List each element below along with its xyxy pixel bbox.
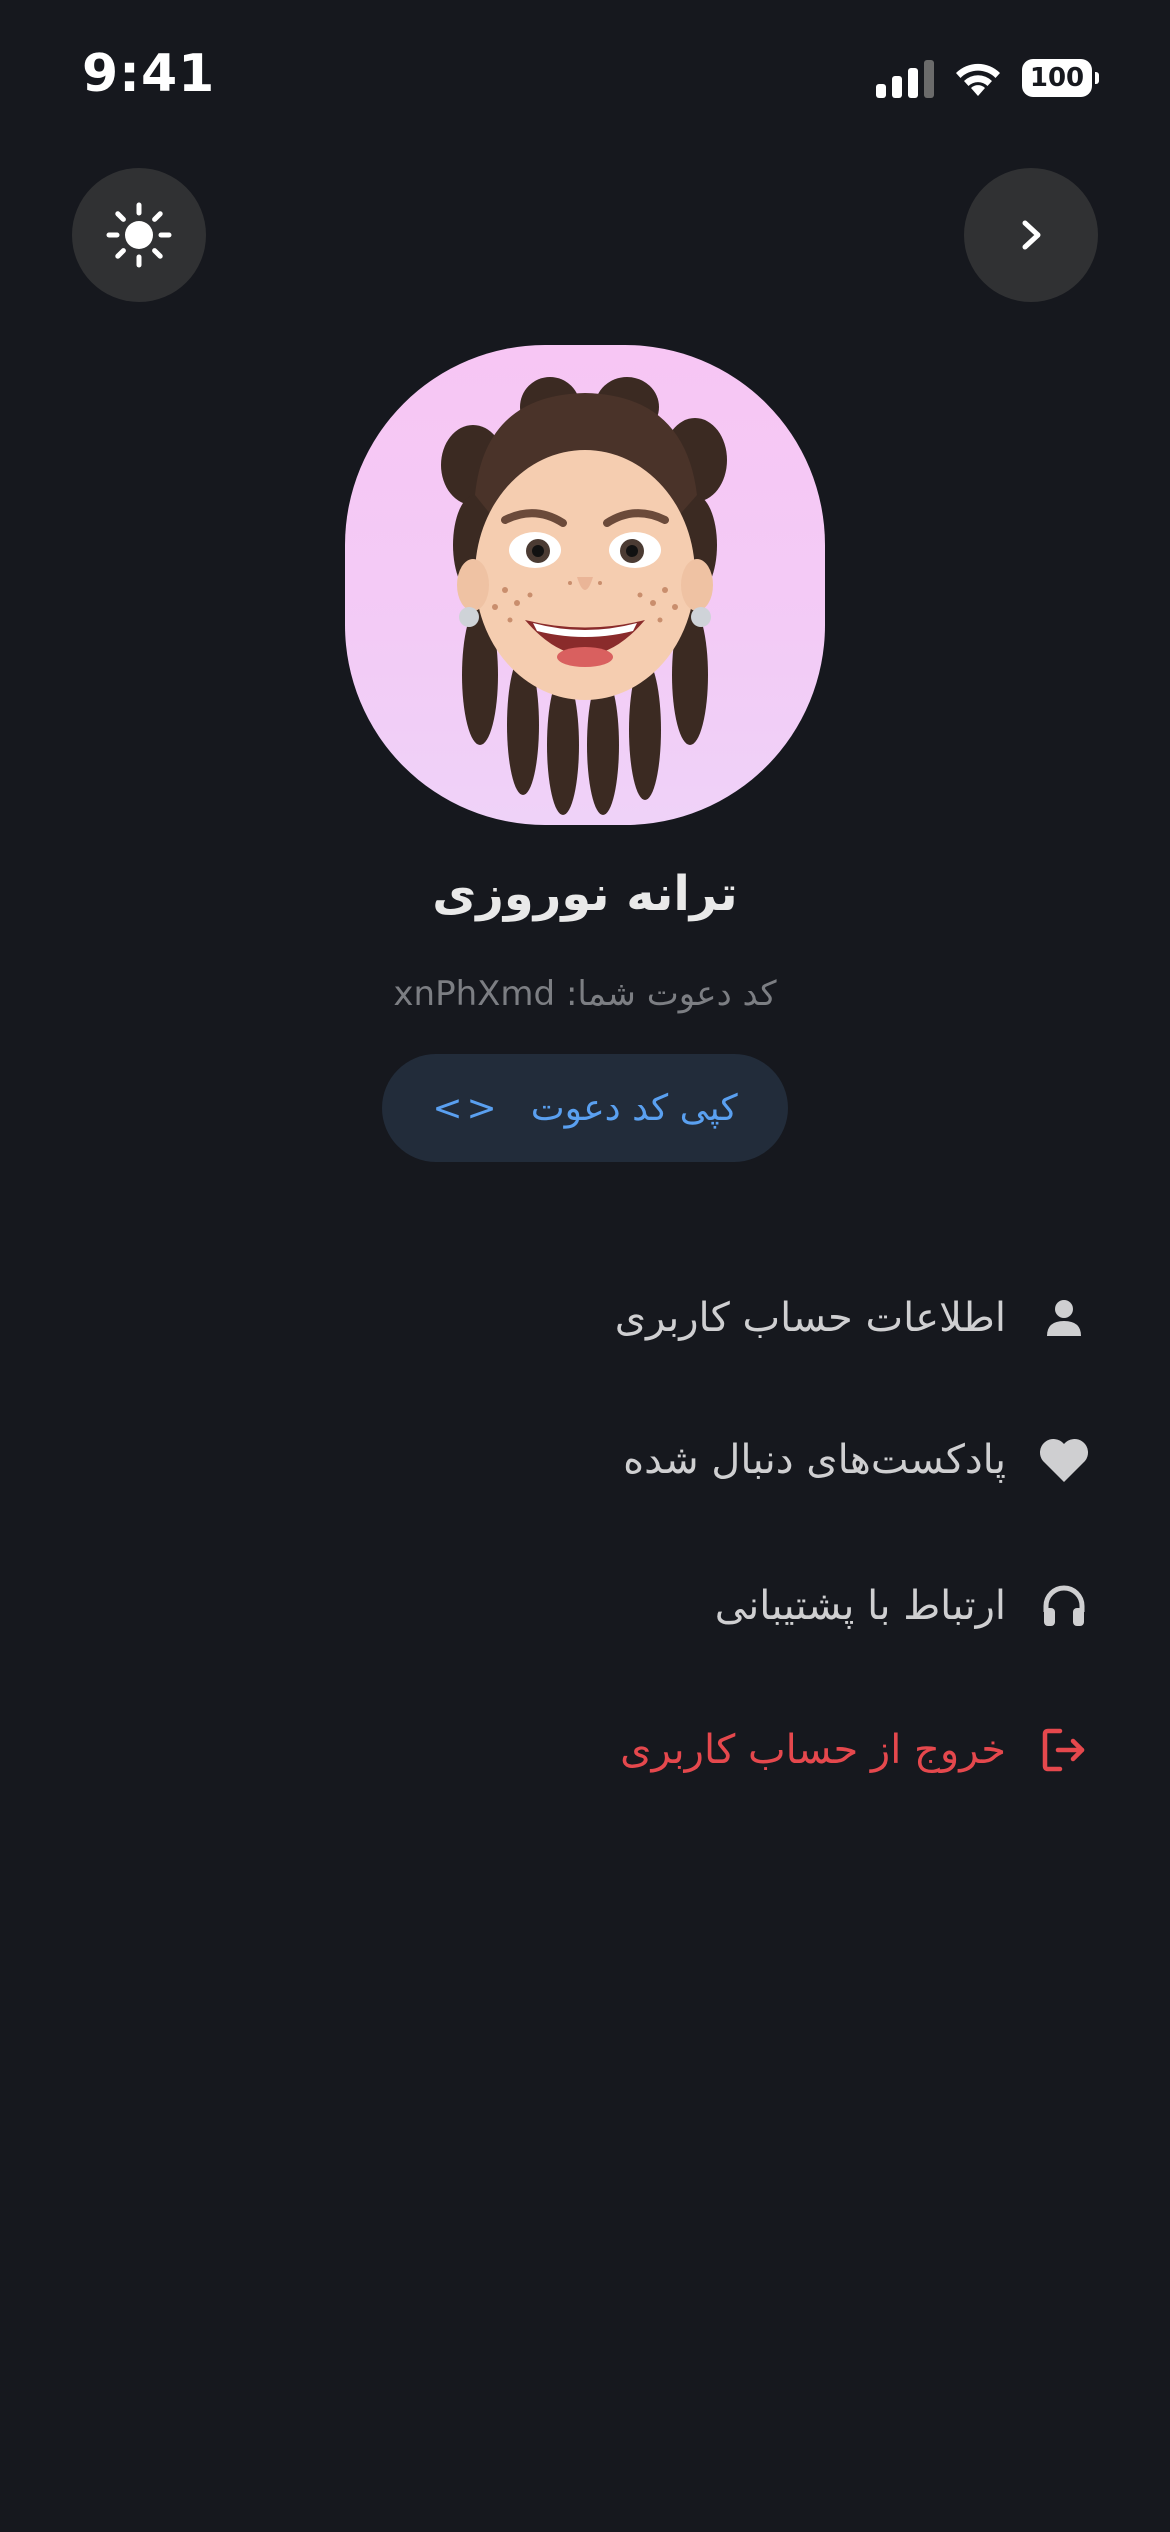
forward-button[interactable]: [964, 168, 1098, 302]
code-icon: <>: [432, 1087, 501, 1129]
copy-invite-code-label: کپی کد دعوت: [530, 1087, 738, 1129]
menu-item-label: ارتباط با پشتیبانی: [714, 1583, 1006, 1629]
menu-item-account-info[interactable]: اطلاعات حساب کاربری: [615, 1278, 1092, 1358]
menu-item-support[interactable]: ارتباط با پشتیبانی: [715, 1566, 1092, 1646]
menu-item-label: اطلاعات حساب کاربری: [614, 1295, 1006, 1341]
user-icon: [1036, 1290, 1092, 1346]
sun-icon: [106, 202, 172, 268]
menu-item-label: پادکست‌های دنبال شده: [623, 1437, 1006, 1483]
status-time: 9:41: [82, 44, 216, 104]
wifi-icon: [956, 63, 1000, 96]
status-icons: 100: [876, 56, 1099, 100]
memoji-avatar: [441, 377, 727, 815]
cellular-signal-icon: [876, 58, 934, 98]
headphones-icon: [1036, 1578, 1092, 1634]
battery-level: 100: [1029, 63, 1085, 93]
theme-toggle-button[interactable]: [72, 168, 206, 302]
copy-invite-code-button[interactable]: کپی کد دعوت <>: [382, 1054, 788, 1162]
profile-screen: 9:41 100 ترانه نوروزی کد دعوت شما: xnPhX…: [0, 0, 1170, 2532]
menu-item-label: خروج از حساب کاربری: [620, 1727, 1006, 1773]
user-name: ترانه نوروزی: [432, 866, 738, 922]
invite-code-text: کد دعوت شما: xnPhXmd: [393, 974, 777, 1014]
battery-icon: 100: [1022, 59, 1099, 97]
chevron-right-icon: [1022, 220, 1041, 250]
heart-icon: [1036, 1432, 1092, 1488]
logout-icon: [1036, 1722, 1092, 1778]
menu-item-logout[interactable]: خروج از حساب کاربری: [620, 1710, 1092, 1790]
avatar: [345, 345, 825, 825]
menu-item-followed-podcasts[interactable]: پادکست‌های دنبال شده: [623, 1420, 1092, 1500]
